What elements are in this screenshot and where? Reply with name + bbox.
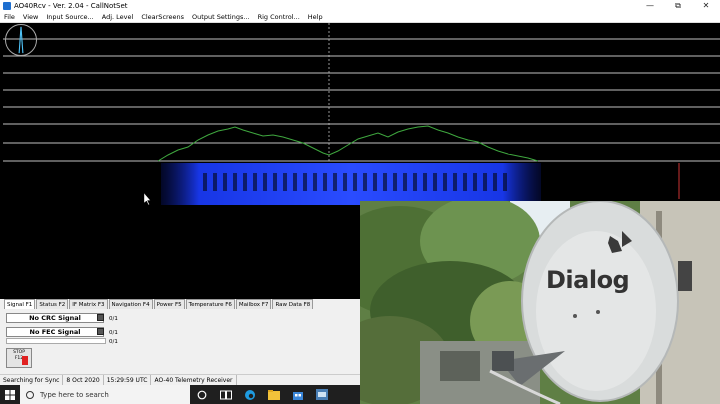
spectrum-trace (157, 125, 539, 162)
tab-power[interactable]: Power F5 (153, 299, 185, 309)
menu-input-source[interactable]: Input Source... (42, 13, 97, 21)
sync-progress-bar (6, 338, 106, 344)
tab-raw-data[interactable]: Raw Data F8 (272, 299, 314, 309)
maximize-button[interactable]: ⧉ (664, 0, 692, 12)
taskbar-search[interactable]: Type here to search (20, 385, 190, 404)
menu-clear-screens[interactable]: ClearScreens (137, 13, 188, 21)
task-view-icon[interactable] (214, 385, 238, 404)
fec-count: 0/1 (109, 330, 118, 336)
crc-status: No CRC Signal (6, 313, 104, 323)
tab-navigation[interactable]: Navigation F4 (108, 299, 153, 309)
status-mode: AO-40 Telemetry Receiver (151, 374, 237, 386)
sync-dial-icon (5, 24, 37, 56)
menu-file[interactable]: File (0, 13, 19, 21)
app-icon (3, 2, 11, 10)
edge-icon[interactable] (238, 385, 262, 404)
app-window: AO40Rcv - Ver. 2.04 - CallNotSet — ⧉ ✕ F… (0, 0, 720, 404)
spectrum-display[interactable] (3, 23, 720, 163)
menu-adj-level[interactable]: Adj. Level (98, 13, 138, 21)
crc-count: 0/1 (109, 316, 118, 322)
status-date: 8 Oct 2020 (63, 374, 104, 386)
tab-status[interactable]: Status F2 (36, 299, 69, 309)
status-time: 15:29:59 UTC (104, 374, 152, 386)
store-icon[interactable] (286, 385, 310, 404)
dish-logo-text: Dialog (546, 266, 630, 294)
menu-view[interactable]: View (19, 13, 42, 21)
menu-rig-control[interactable]: Rig Control... (254, 13, 304, 21)
menu-bar: File View Input Source... Adj. Level Cle… (0, 12, 720, 23)
taskbar: Type here to search (0, 385, 360, 404)
close-button[interactable]: ✕ (692, 0, 720, 12)
sync-count: 0/1 (109, 339, 118, 345)
dish-photo (360, 201, 720, 404)
stop-red-icon (22, 356, 28, 365)
waterfall-bars (198, 173, 508, 191)
fec-indicator (97, 328, 104, 335)
minimize-button[interactable]: — (636, 0, 664, 12)
start-button[interactable] (0, 385, 20, 404)
menu-help[interactable]: Help (304, 13, 327, 21)
status-bar: Searching for Sync 8 Oct 2020 15:29:59 U… (0, 374, 360, 386)
tab-mailbox[interactable]: Mailbox F7 (235, 299, 272, 309)
fec-status: No FEC Signal (6, 327, 104, 337)
menu-output-settings[interactable]: Output Settings... (188, 13, 254, 21)
cortana-icon[interactable] (190, 385, 214, 404)
crc-indicator (97, 314, 104, 321)
mouse-cursor-icon (143, 192, 151, 206)
tab-temperature[interactable]: Temperature F6 (185, 299, 235, 309)
stop-button[interactable]: STOP F12 (6, 348, 32, 368)
search-icon (26, 390, 34, 399)
spectrum-grid (3, 38, 720, 162)
search-placeholder: Type here to search (40, 390, 109, 399)
file-explorer-icon[interactable] (262, 385, 286, 404)
title-bar: AO40Rcv - Ver. 2.04 - CallNotSet — ⧉ ✕ (0, 0, 720, 12)
status-sync: Searching for Sync (0, 374, 64, 386)
tab-if-matrix[interactable]: IF Matrix F3 (69, 299, 108, 309)
windows-logo-icon (5, 389, 15, 400)
tab-strip: Signal F1 Status F2 IF Matrix F3 Navigat… (4, 299, 314, 309)
tab-signal[interactable]: Signal F1 (4, 299, 36, 309)
window-title: AO40Rcv - Ver. 2.04 - CallNotSet (14, 2, 128, 10)
app-taskbar-icon[interactable] (310, 385, 334, 404)
